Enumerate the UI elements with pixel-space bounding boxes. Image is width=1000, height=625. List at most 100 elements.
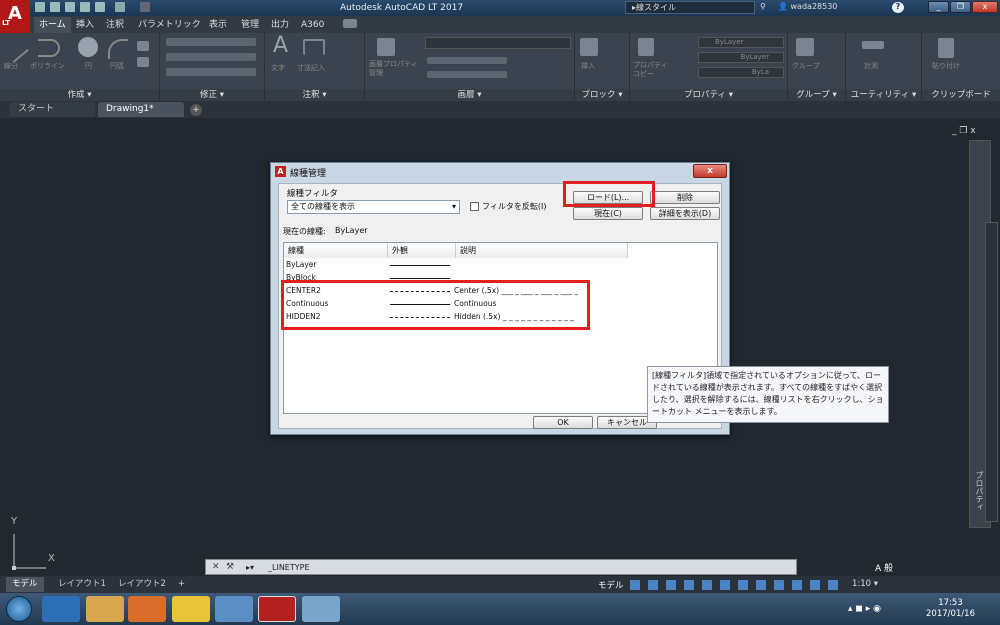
tab-add-layout[interactable]: + xyxy=(172,577,191,592)
tab-home[interactable]: ホーム xyxy=(34,17,71,33)
ie-icon[interactable] xyxy=(42,596,80,622)
layer-tools-icon[interactable] xyxy=(427,57,507,64)
redo-icon[interactable] xyxy=(140,2,150,12)
command-line[interactable]: ✕ ⚒ ▸▾ _LINETYPE xyxy=(205,559,797,575)
polyline-icon[interactable] xyxy=(38,39,60,57)
block-panel-label[interactable]: ブロック ▾ xyxy=(575,89,629,101)
dialog-close-button[interactable]: x xyxy=(693,164,727,178)
minimize-button[interactable]: _ xyxy=(928,1,949,13)
group-icon[interactable] xyxy=(796,38,814,56)
palette-side-bar[interactable] xyxy=(985,222,998,522)
layer-dropdown[interactable] xyxy=(425,37,571,49)
restore-button[interactable]: ❐ xyxy=(950,1,971,13)
clipboard-panel-label[interactable]: クリップボード xyxy=(922,89,1000,101)
tab-drawing1[interactable]: Drawing1* xyxy=(98,102,184,117)
undo-icon[interactable] xyxy=(115,2,125,12)
open-icon[interactable] xyxy=(50,2,60,12)
dialog-title: 線種管理 xyxy=(290,169,327,179)
current-button[interactable]: 現在(C) xyxy=(573,207,643,220)
search-box[interactable]: ▸線スタイル xyxy=(625,1,755,14)
color-dropdown[interactable]: ByLayer xyxy=(698,37,784,48)
saveas-icon[interactable] xyxy=(80,2,90,12)
utilities-panel-label[interactable]: ユーティリティ ▾ xyxy=(846,89,921,101)
paint-icon[interactable] xyxy=(302,596,340,622)
layer-tools2-icon[interactable] xyxy=(427,71,507,78)
line-label: 線分 xyxy=(4,62,18,70)
tab-start[interactable]: スタート xyxy=(10,102,95,117)
start-button[interactable] xyxy=(6,596,32,622)
groups-panel-label[interactable]: グループ ▾ xyxy=(788,89,845,101)
ok-button[interactable]: OK xyxy=(533,416,593,429)
close-icon[interactable]: ✕ xyxy=(212,562,220,572)
tab-view[interactable]: 表示 xyxy=(204,17,232,33)
dimension-icon[interactable] xyxy=(303,39,325,55)
system-clock[interactable]: 17:53 2017/01/16 xyxy=(926,598,975,620)
viewport-controls[interactable]: _ ❐ x xyxy=(952,126,976,136)
autocad-icon: A xyxy=(275,166,286,177)
linetype-dropdown[interactable]: ByLayer xyxy=(698,52,784,63)
print-icon[interactable] xyxy=(95,2,105,12)
current-linetype-value: ByLayer xyxy=(335,226,368,235)
ribbon-options-icon[interactable] xyxy=(343,19,357,28)
details-button[interactable]: 詳細を表示(D) xyxy=(650,207,720,220)
dialog-title-bar[interactable]: A 線種管理 x xyxy=(271,163,729,181)
tab-manage[interactable]: 管理 xyxy=(236,17,264,33)
paste-icon[interactable] xyxy=(938,38,954,58)
column-description[interactable]: 説明 xyxy=(456,243,628,258)
stretch-icon[interactable] xyxy=(166,68,256,76)
text-icon[interactable]: A xyxy=(273,33,288,58)
command-input[interactable]: _LINETYPE xyxy=(268,563,310,572)
help-icon[interactable]: ? xyxy=(892,2,904,13)
tab-a360[interactable]: A360 xyxy=(296,17,329,33)
arc-icon[interactable] xyxy=(108,39,128,59)
annotation-scale[interactable]: 1:10 ▾ xyxy=(852,579,878,589)
thunderbird-icon[interactable] xyxy=(215,596,253,622)
column-linetype[interactable]: 線種 xyxy=(284,243,388,258)
match-properties-icon[interactable] xyxy=(638,38,654,56)
invert-filter-checkbox[interactable] xyxy=(470,202,479,211)
properties-panel-label[interactable]: プロパティ ▾ xyxy=(630,89,787,101)
user-account[interactable]: 👤 wada28530 xyxy=(778,2,837,11)
ime-indicator[interactable]: A 般 xyxy=(875,561,893,574)
draw-panel-label[interactable]: 作成 ▾ xyxy=(0,89,159,101)
filter-dropdown[interactable]: 全ての線種を表示 ▾ xyxy=(287,200,460,214)
tab-insert[interactable]: 挿入 xyxy=(71,17,99,33)
model-space-button[interactable]: モデル xyxy=(598,579,624,591)
annotation-panel-label[interactable]: 注釈 ▾ xyxy=(265,89,364,101)
list-item[interactable]: ByLayer xyxy=(284,259,717,271)
wrench-icon[interactable]: ⚒ xyxy=(226,562,234,572)
tray-icons[interactable]: ▴ ◼ ▸ ◉ xyxy=(848,604,881,614)
rectangle-icon[interactable] xyxy=(137,41,149,51)
tab-layout1[interactable]: レイアウト1 xyxy=(52,577,112,592)
media-player-icon[interactable] xyxy=(128,596,166,622)
close-button[interactable]: x xyxy=(972,1,998,13)
circle-icon[interactable] xyxy=(78,37,98,57)
ucs-x-label: X xyxy=(48,553,55,564)
tab-model[interactable]: モデル xyxy=(6,577,44,592)
autocad-taskbar-icon[interactable] xyxy=(258,596,296,622)
line-icon[interactable] xyxy=(0,34,30,64)
insert-block-icon[interactable] xyxy=(580,38,598,56)
modify-panel-label[interactable]: 修正 ▾ xyxy=(160,89,264,101)
measure-icon[interactable] xyxy=(862,41,884,49)
new-tab-icon[interactable]: + xyxy=(190,104,202,116)
tab-parametric[interactable]: パラメトリック xyxy=(133,17,206,33)
tab-layout2[interactable]: レイアウト2 xyxy=(112,577,172,592)
chrome-icon[interactable] xyxy=(172,596,210,622)
layer-properties-icon[interactable] xyxy=(377,38,395,56)
move-icon[interactable] xyxy=(166,38,256,46)
new-icon[interactable] xyxy=(35,2,45,12)
application-menu-button[interactable]: A LT xyxy=(0,0,30,33)
column-appearance[interactable]: 外観 xyxy=(388,243,456,258)
copy-icon[interactable] xyxy=(166,53,256,61)
lineweight-dropdown[interactable]: ByLa xyxy=(698,67,784,78)
status-toggles[interactable] xyxy=(630,580,845,590)
explorer-icon[interactable] xyxy=(86,596,124,622)
layers-panel-label[interactable]: 画層 ▾ xyxy=(365,89,574,101)
delete-button[interactable]: 削除 xyxy=(650,191,720,204)
hatch-icon[interactable] xyxy=(137,57,149,67)
tab-annotate[interactable]: 注釈 xyxy=(101,17,129,33)
tab-output[interactable]: 出力 xyxy=(266,17,294,33)
binoculars-icon[interactable]: ⚲ xyxy=(760,2,766,11)
save-icon[interactable] xyxy=(65,2,75,12)
